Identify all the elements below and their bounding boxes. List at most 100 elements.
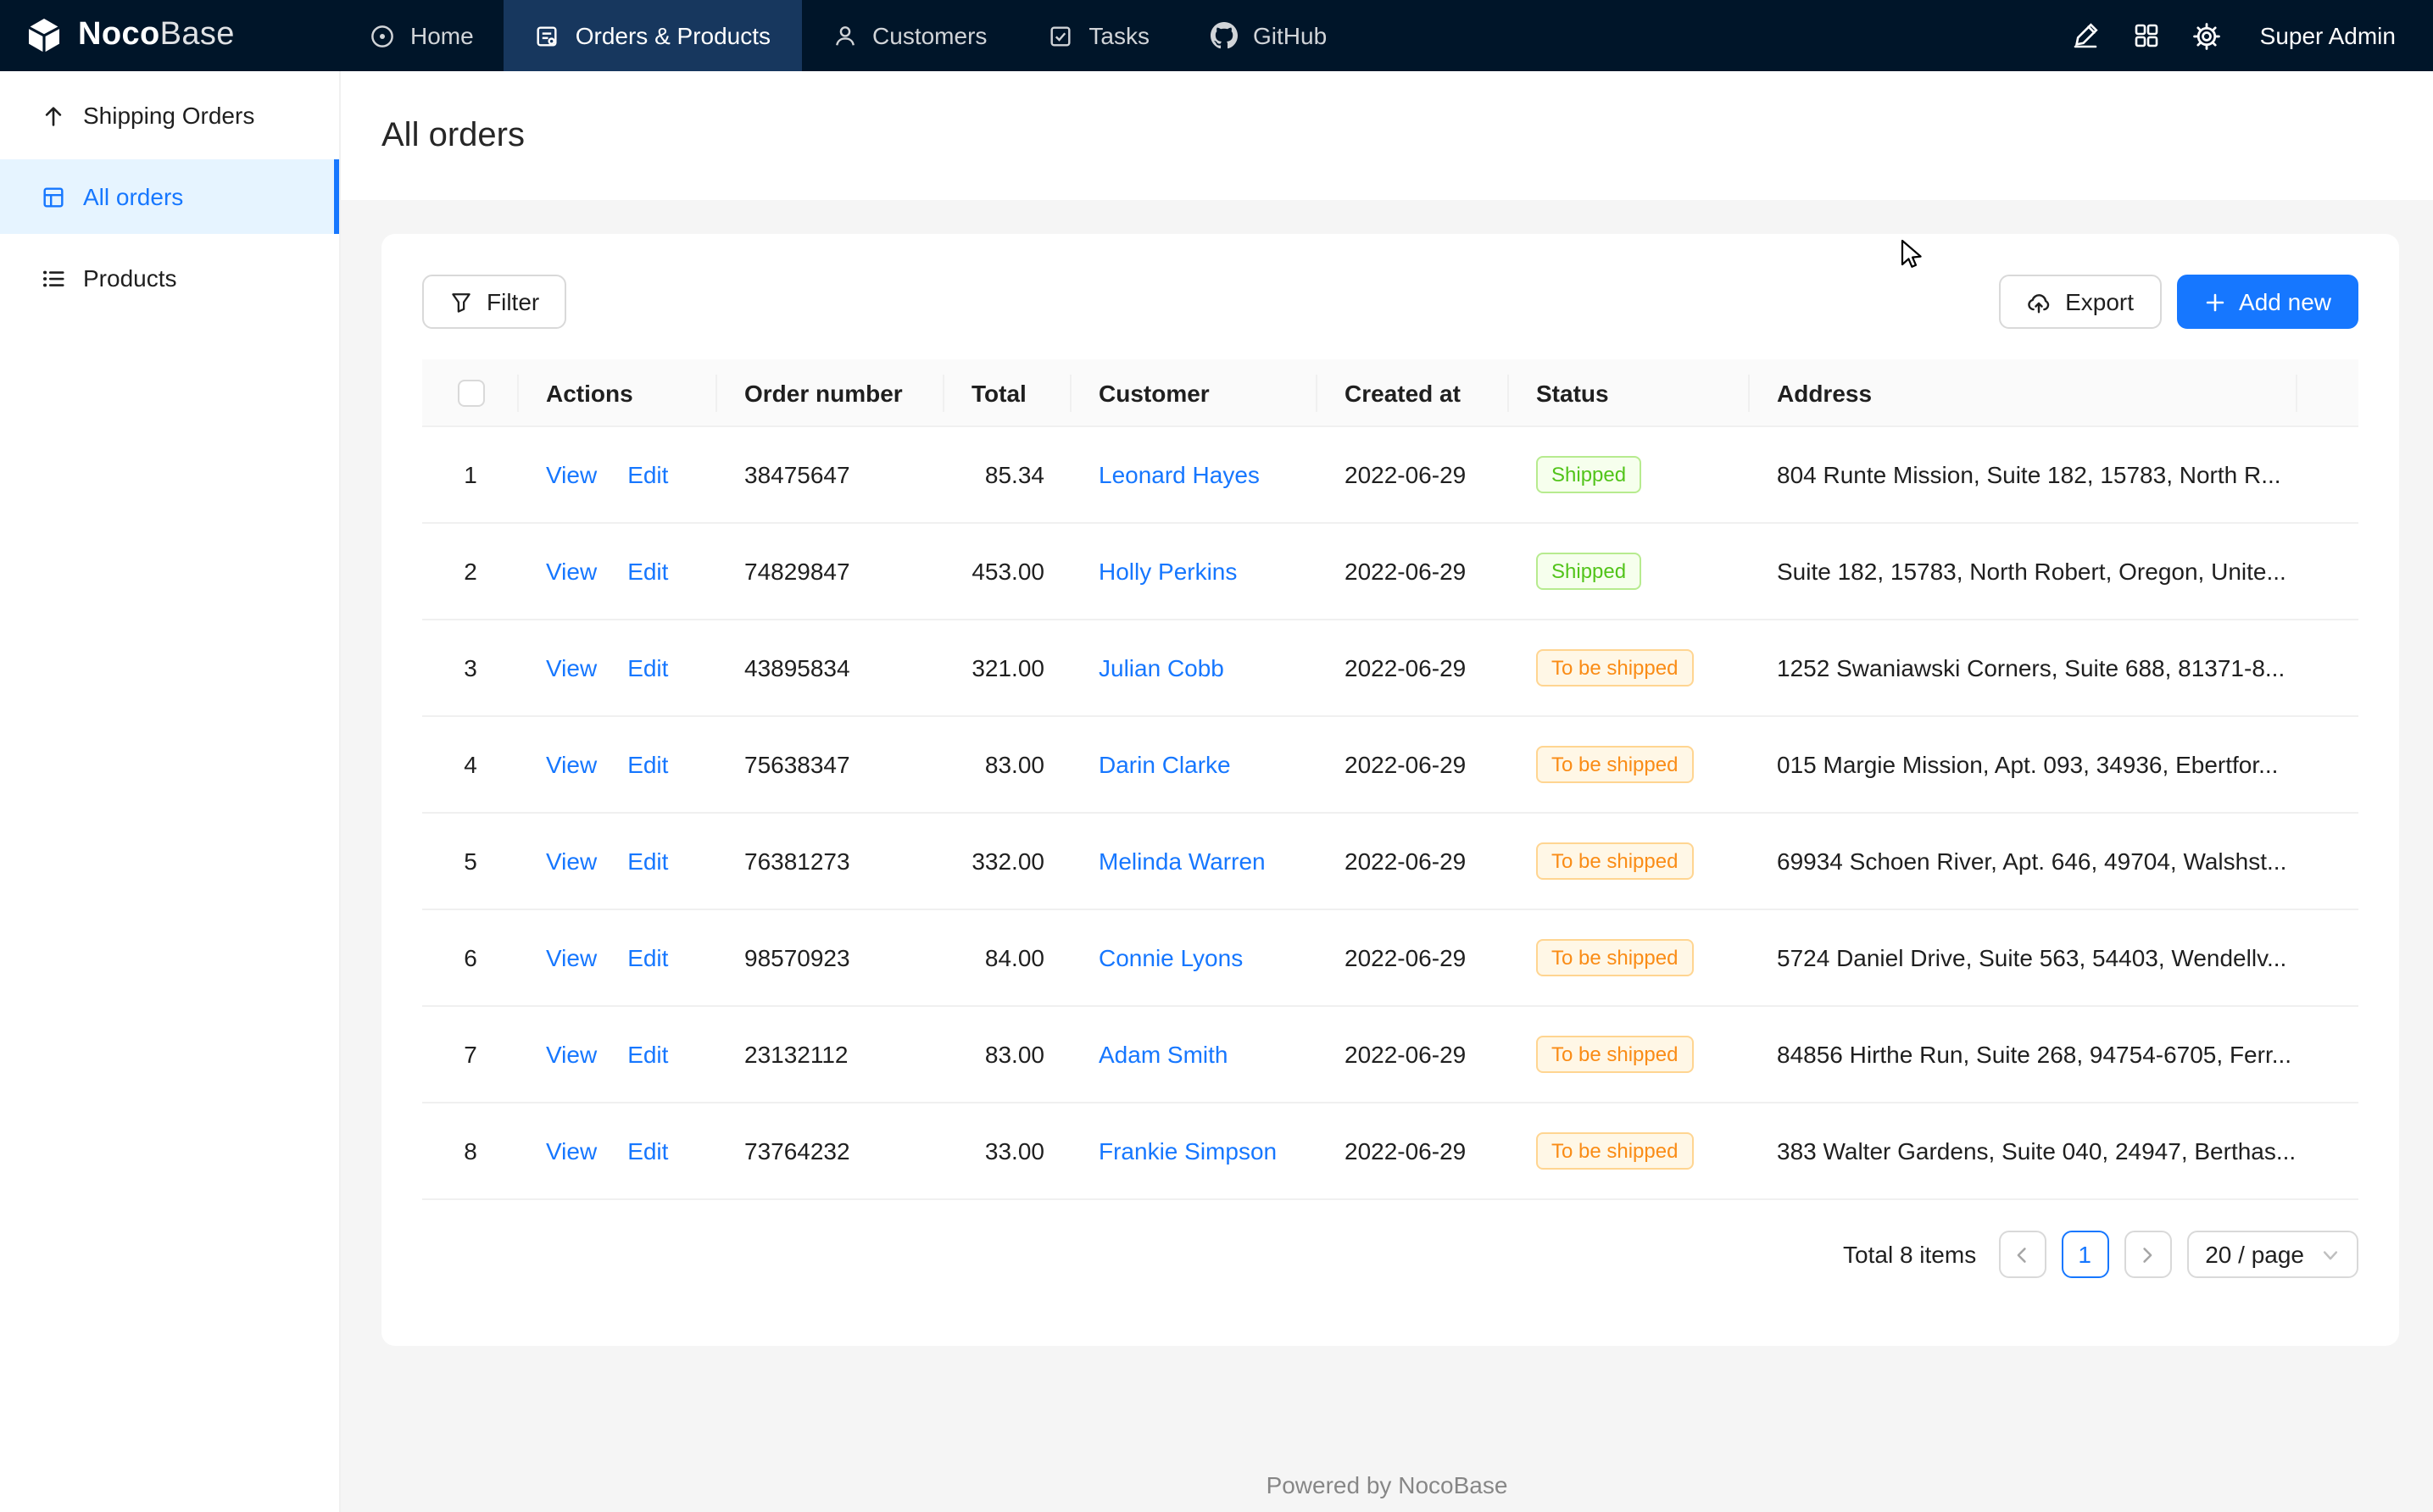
edit-link[interactable]: Edit [627,945,668,972]
funnel-icon [449,290,473,314]
pagination-total: Total 8 items [1843,1242,1976,1269]
sidebar-item-products[interactable]: Products [0,241,339,315]
column-header-actions: Actions [519,359,717,427]
row-actions: View Edit [546,1042,690,1069]
total-cell: 453.00 [944,524,1072,620]
nav-item-orders-products[interactable]: Orders & Products [504,0,801,71]
view-link[interactable]: View [546,1138,597,1165]
created-at-cell: 2022-06-29 [1317,1007,1509,1103]
app-window: NocoBase Home Orders & Products Customer… [0,0,2433,1512]
address-cell: 69934 Schoen River, Apt. 646, 49704, Wal… [1750,814,2297,910]
table-header: Actions Order number Total Customer Crea… [422,359,2358,427]
view-link[interactable]: View [546,848,597,876]
select-all-checkbox[interactable] [457,381,484,408]
page-number-button[interactable]: 1 [2061,1231,2108,1279]
nav-item-customers[interactable]: Customers [801,0,1017,71]
address-cell: 1252 Swaniawski Corners, Suite 688, 8137… [1750,620,2297,717]
edit-link[interactable]: Edit [627,848,668,876]
navbar-actions: Super Admin [2060,0,2433,71]
view-link[interactable]: View [546,945,597,972]
chevron-down-icon [2321,1246,2340,1265]
table-row: 7 View Edit 23132112 83.00 Adam Smith 20… [422,1007,2358,1103]
sidebar-item-label: Products [83,264,177,292]
customer-link[interactable]: Leonard Hayes [1099,462,1260,489]
table-row: 5 View Edit 76381273 332.00 Melinda Warr… [422,814,2358,910]
design-mode-icon[interactable] [2060,10,2111,61]
nocobase-logo[interactable]: NocoBase [0,0,339,71]
edit-link[interactable]: Edit [627,1138,668,1165]
table-row: 6 View Edit 98570923 84.00 Connie Lyons … [422,910,2358,1007]
status-badge: To be shipped [1536,1133,1693,1170]
order-number-cell: 75638347 [717,717,944,814]
spacer-cell [2297,910,2358,1007]
page-content: Filter Export [341,200,2433,1346]
column-header-address: Address [1750,359,2297,427]
view-link[interactable]: View [546,559,597,586]
view-link[interactable]: View [546,752,597,779]
page-size-select[interactable]: 20 / page [2186,1231,2358,1279]
customer-link[interactable]: Darin Clarke [1099,752,1231,779]
sidebar-item-label: All orders [83,183,183,210]
view-link[interactable]: View [546,462,597,489]
address-cell: 383 Walter Gardens, Suite 040, 24947, Be… [1750,1103,2297,1200]
chevron-left-icon [2013,1246,2031,1265]
customer-link[interactable]: Julian Cobb [1099,655,1224,682]
order-number-cell: 98570923 [717,910,944,1007]
plus-icon [2203,291,2225,313]
nav-item-github[interactable]: GitHub [1180,0,1357,71]
customer-link[interactable]: Holly Perkins [1099,559,1237,586]
sidebar-item-all-orders[interactable]: All orders [0,159,339,234]
footer-brand-link[interactable]: NocoBase [1398,1471,1507,1498]
total-cell: 84.00 [944,910,1072,1007]
customers-icon [832,23,857,48]
edit-link[interactable]: Edit [627,655,668,682]
total-cell: 83.00 [944,717,1072,814]
address-cell: 804 Runte Mission, Suite 182, 15783, Nor… [1750,427,2297,524]
sidebar-item-shipping-orders[interactable]: Shipping Orders [0,78,339,153]
nav-item-tasks[interactable]: Tasks [1017,0,1180,71]
column-header-order-number: Order number [717,359,944,427]
column-header-spacer [2297,359,2358,427]
order-number-cell: 74829847 [717,524,944,620]
spacer-cell [2297,524,2358,620]
edit-link[interactable]: Edit [627,752,668,779]
arrow-up-icon [41,103,66,128]
prev-page-button[interactable] [1998,1231,2046,1279]
view-link[interactable]: View [546,655,597,682]
edit-link[interactable]: Edit [627,1042,668,1069]
export-button[interactable]: Export [1999,275,2161,329]
customer-link[interactable]: Frankie Simpson [1099,1138,1277,1165]
filter-button-label: Filter [487,288,539,315]
next-page-button[interactable] [2124,1231,2171,1279]
current-user[interactable]: Super Admin [2260,22,2396,49]
plugin-blocks-icon[interactable] [2121,10,2172,61]
edit-link[interactable]: Edit [627,462,668,489]
row-actions: View Edit [546,655,690,682]
order-number-cell: 73764232 [717,1103,944,1200]
created-at-cell: 2022-06-29 [1317,1103,1509,1200]
order-number-cell: 76381273 [717,814,944,910]
view-link[interactable]: View [546,1042,597,1069]
customer-link[interactable]: Melinda Warren [1099,848,1266,876]
add-new-button[interactable]: Add new [2176,275,2358,329]
row-actions: View Edit [546,1138,690,1165]
edit-link[interactable]: Edit [627,559,668,586]
customer-link[interactable]: Connie Lyons [1099,945,1243,972]
filter-button[interactable]: Filter [422,275,566,329]
settings-gear-icon[interactable] [2182,10,2233,61]
select-all-header [422,359,519,427]
row-actions: View Edit [546,945,690,972]
nav-item-home[interactable]: Home [339,0,504,71]
footer-text: Powered by [1267,1471,1399,1498]
row-index: 8 [422,1103,519,1200]
table-row: 3 View Edit 43895834 321.00 Julian Cobb … [422,620,2358,717]
tasks-icon [1048,23,1073,48]
row-index: 4 [422,717,519,814]
created-at-cell: 2022-06-29 [1317,427,1509,524]
row-actions: View Edit [546,848,690,876]
table-toolbar: Filter Export [422,275,2358,329]
orders-table: Actions Order number Total Customer Crea… [422,359,2358,1201]
customer-link[interactable]: Adam Smith [1099,1042,1228,1069]
column-header-customer: Customer [1072,359,1317,427]
total-cell: 321.00 [944,620,1072,717]
